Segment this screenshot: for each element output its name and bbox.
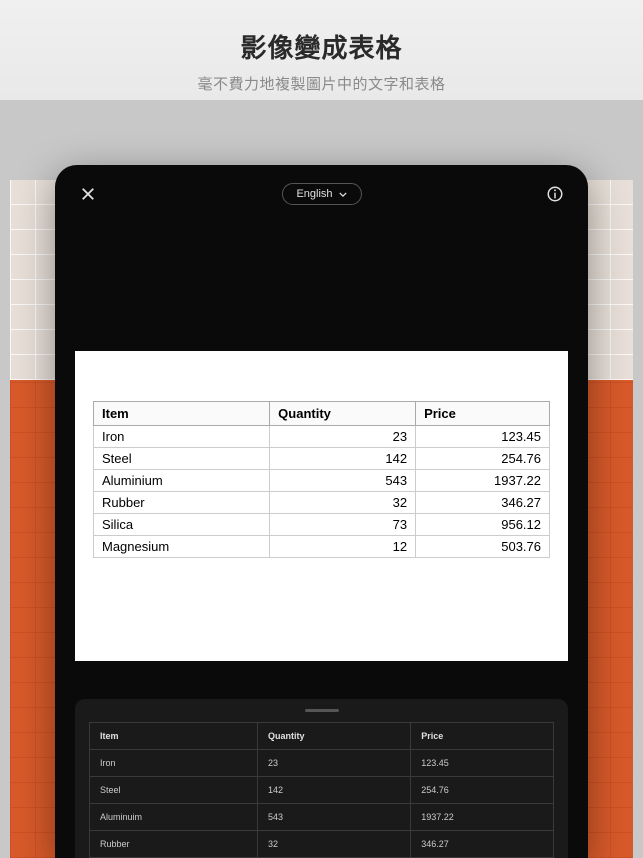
cell-price: 346.27 (411, 831, 554, 858)
result-header-quantity: Quantity (257, 723, 410, 750)
table-row: Steel 142 254.76 (90, 777, 554, 804)
promo-subtitle: 毫不費力地複製圖片中的文字和表格 (20, 73, 623, 94)
cell-qty: 142 (270, 448, 416, 470)
result-table: Item Quantity Price Iron 23 123.45 Steel… (89, 722, 554, 858)
promo-header: 影像變成表格 毫不費力地複製圖片中的文字和表格 (0, 0, 643, 112)
document-table: Item Quantity Price Iron 23 123.45 Steel… (93, 401, 550, 558)
table-row: Steel 142 254.76 (94, 448, 550, 470)
cell-qty: 543 (257, 804, 410, 831)
table-row: Aluminuim 543 1937.22 (90, 804, 554, 831)
cell-price: 503.76 (416, 536, 550, 558)
cell-price: 1937.22 (411, 804, 554, 831)
info-icon[interactable] (546, 185, 564, 203)
cell-item: Silica (94, 514, 270, 536)
cell-item: Iron (94, 426, 270, 448)
cell-price: 254.76 (411, 777, 554, 804)
cell-item: Aluminium (94, 470, 270, 492)
doc-header-item: Item (94, 402, 270, 426)
table-row: Iron 23 123.45 (90, 750, 554, 777)
cell-qty: 32 (257, 831, 410, 858)
table-row: Iron 23 123.45 (94, 426, 550, 448)
chevron-down-icon (339, 192, 347, 197)
cell-item: Iron (90, 750, 258, 777)
cell-price: 254.76 (416, 448, 550, 470)
cell-qty: 32 (270, 492, 416, 514)
cell-price: 123.45 (416, 426, 550, 448)
cell-item: Aluminuim (90, 804, 258, 831)
result-header-item: Item (90, 723, 258, 750)
language-label: English (296, 188, 332, 200)
document-preview: Item Quantity Price Iron 23 123.45 Steel… (75, 351, 568, 661)
language-selector[interactable]: English (281, 183, 361, 205)
promo-title: 影像變成表格 (20, 28, 623, 65)
cell-price: 123.45 (411, 750, 554, 777)
doc-header-price: Price (416, 402, 550, 426)
table-row: Rubber 32 346.27 (90, 831, 554, 858)
cell-item: Rubber (94, 492, 270, 514)
drag-handle[interactable] (305, 709, 339, 712)
cell-item: Steel (94, 448, 270, 470)
table-row: Rubber 32 346.27 (94, 492, 550, 514)
cell-price: 1937.22 (416, 470, 550, 492)
cell-price: 956.12 (416, 514, 550, 536)
cell-price: 346.27 (416, 492, 550, 514)
cell-qty: 23 (270, 426, 416, 448)
close-icon[interactable] (79, 185, 97, 203)
cell-item: Magnesium (94, 536, 270, 558)
result-header-price: Price (411, 723, 554, 750)
cell-qty: 543 (270, 470, 416, 492)
cell-qty: 73 (270, 514, 416, 536)
doc-header-quantity: Quantity (270, 402, 416, 426)
cell-item: Rubber (90, 831, 258, 858)
cell-qty: 23 (257, 750, 410, 777)
cell-qty: 142 (257, 777, 410, 804)
table-row: Silica 73 956.12 (94, 514, 550, 536)
table-row: Aluminium 543 1937.22 (94, 470, 550, 492)
cell-qty: 12 (270, 536, 416, 558)
table-row: Magnesium 12 503.76 (94, 536, 550, 558)
cell-item: Steel (90, 777, 258, 804)
app-header: English (75, 185, 568, 221)
result-panel[interactable]: Item Quantity Price Iron 23 123.45 Steel… (75, 699, 568, 858)
device-frame: English Item Quantity Price Iron (55, 165, 588, 858)
